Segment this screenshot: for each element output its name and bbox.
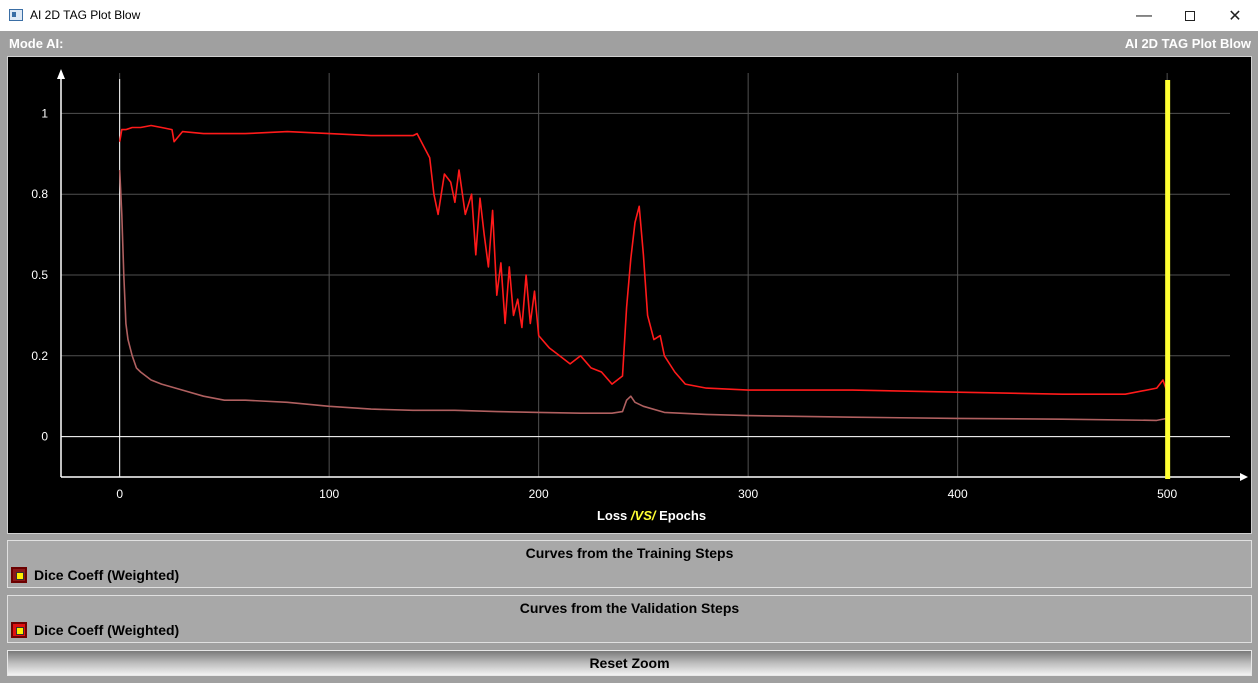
- title-bar: AI 2D TAG Plot Blow — ✕: [0, 0, 1258, 32]
- y-tick-label: 0.5: [31, 268, 48, 282]
- training-dice-line: [118, 169, 1168, 422]
- window-title: AI 2D TAG Plot Blow: [30, 8, 141, 22]
- x-tick-label: 200: [529, 487, 549, 501]
- validation-legend-title: Curves from the Validation Steps: [519, 600, 740, 616]
- x-tick-label: 300: [738, 487, 758, 501]
- validation-dice-line: [118, 124, 1168, 396]
- x-tick-label: 100: [319, 487, 339, 501]
- y-axis-arrow: [57, 69, 65, 79]
- y-tick-label: 0: [41, 430, 48, 444]
- training-legend-item[interactable]: Dice Coeff (Weighted): [11, 566, 179, 584]
- y-tick-label: 0.2: [31, 349, 48, 363]
- validation-legend-item[interactable]: Dice Coeff (Weighted): [11, 621, 179, 639]
- plot-area[interactable]: 0 100 200 300 400 500 0 0.2 0.5 0.8 1 Loss /VS/ Epo…: [7, 56, 1252, 534]
- minimize-button[interactable]: —: [1121, 0, 1167, 31]
- training-legend-label: Dice Coeff (Weighted): [34, 567, 180, 583]
- y-tick-label: 1: [41, 106, 48, 120]
- maximize-icon: [1185, 10, 1195, 21]
- close-button[interactable]: ✕: [1212, 0, 1258, 31]
- x-axis-label-part: Epochs: [655, 508, 706, 523]
- validation-legend-label: Dice Coeff (Weighted): [34, 622, 180, 638]
- x-axis-label: Loss /VS/ Epochs: [597, 508, 706, 523]
- x-axis-arrow: [1240, 473, 1248, 481]
- validation-series-toggle[interactable]: [11, 622, 27, 638]
- reset-zoom-button[interactable]: Reset Zoom: [7, 650, 1252, 676]
- x-axis-label-part: Loss: [597, 508, 631, 523]
- maximize-button[interactable]: [1167, 0, 1213, 31]
- loss-chart[interactable]: 0 100 200 300 400 500 0 0.2 0.5 0.8 1 Loss /VS/ Epo…: [8, 57, 1251, 533]
- training-legend-panel: Curves from the Training Steps Dice Coef…: [7, 540, 1252, 588]
- mode-label: Mode AI:: [9, 36, 64, 51]
- plot-name-label: AI 2D TAG Plot Blow: [1124, 36, 1251, 51]
- x-tick-label: 400: [948, 487, 968, 501]
- x-tick-label: 0: [116, 487, 123, 501]
- validation-legend-panel: Curves from the Validation Steps Dice Co…: [7, 595, 1252, 643]
- training-legend-title: Curves from the Training Steps: [525, 545, 734, 561]
- epoch-cursor-marker: [1165, 80, 1171, 479]
- x-axis-label-part: /VS/: [630, 508, 657, 523]
- y-tick-label: 0.8: [31, 187, 48, 201]
- training-series-toggle[interactable]: [11, 567, 27, 583]
- app-window-icon: [9, 9, 23, 21]
- x-tick-label: 500: [1157, 487, 1177, 501]
